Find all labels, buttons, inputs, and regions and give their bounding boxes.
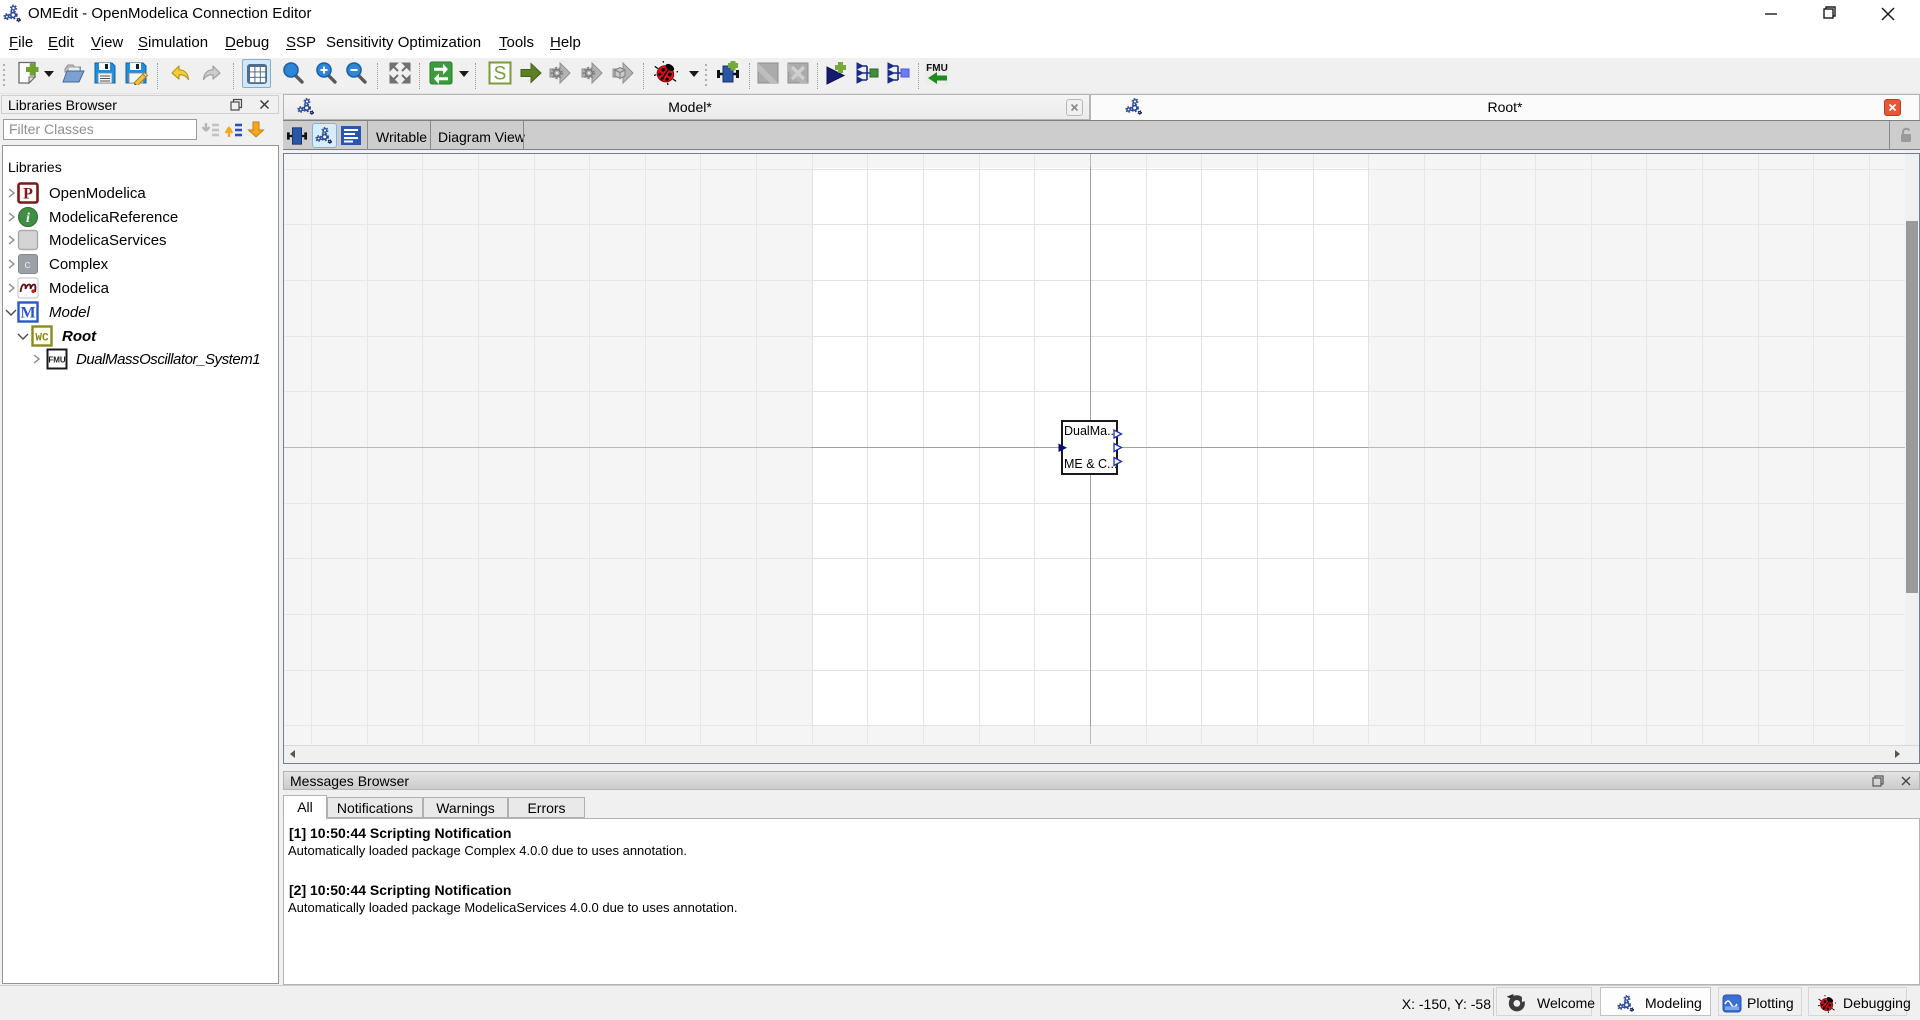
svg-text:P: P [23,186,33,203]
svg-text:FMU: FMU [48,356,66,365]
svg-text:M: M [20,305,35,322]
svg-text:WC: WC [35,333,49,345]
svg-text:c: c [24,260,31,272]
svg-text:S: S [494,64,507,85]
svg-text:i: i [26,211,30,226]
